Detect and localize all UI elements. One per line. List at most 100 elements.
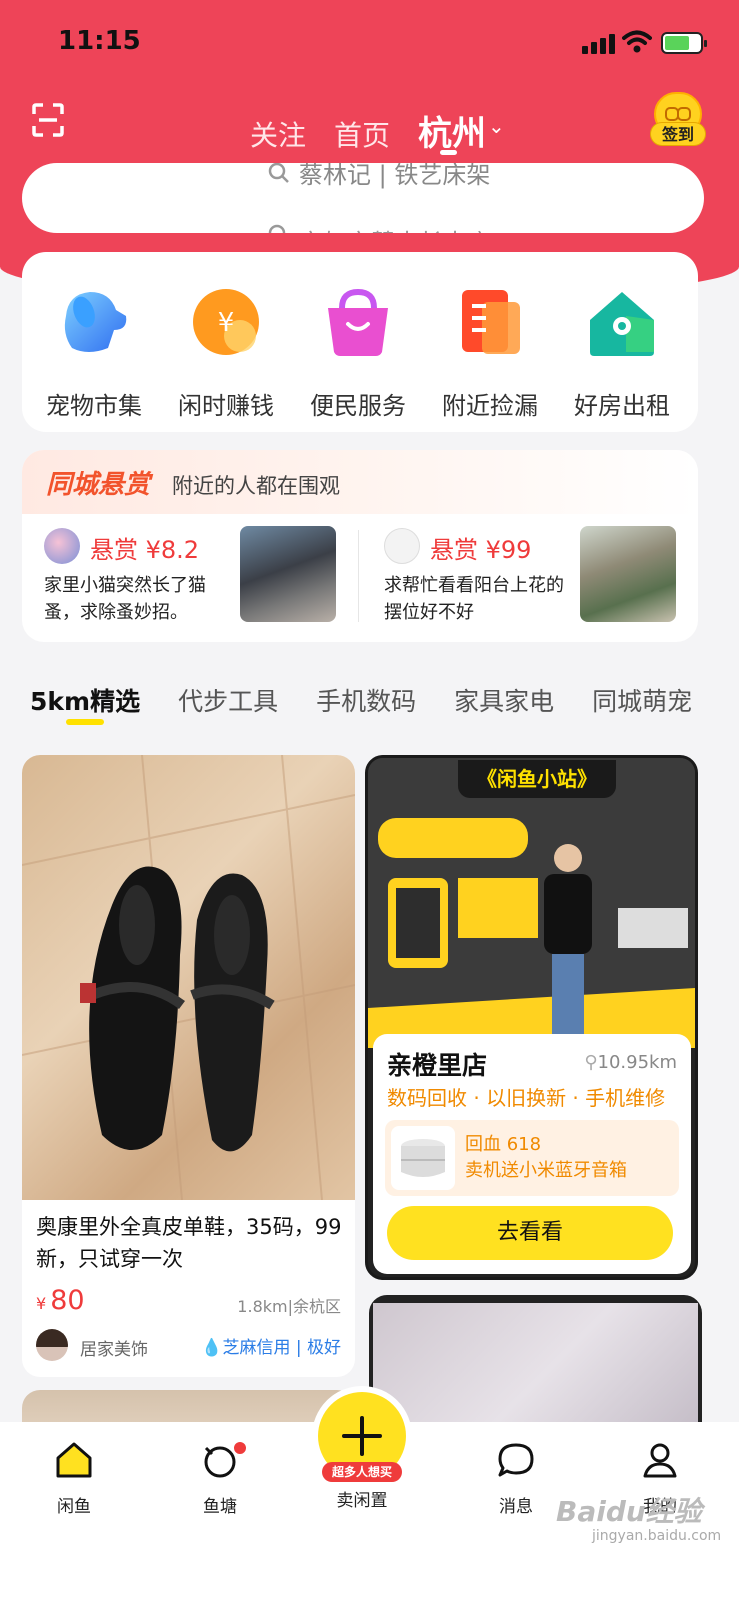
water-drop-icon: 💧 [201, 1338, 223, 1358]
nav-home[interactable]: 闲鱼 [34, 1440, 114, 1517]
nav-fishpond[interactable]: 鱼塘 [180, 1440, 260, 1517]
view-store-button[interactable]: 去看看 [387, 1206, 673, 1260]
bounty-desc: 家里小猫突然长了猫蚤，求除蚤妙招。 [44, 575, 206, 623]
product-image [22, 755, 355, 1201]
category-earn-money[interactable]: ¥ 闲时赚钱 [166, 286, 286, 421]
home-icon [56, 1442, 92, 1478]
category-card: 宠物市集 ¥ 闲时赚钱 便民服务 附近捡漏 好房出租 [22, 252, 698, 432]
store-banner: 《闲鱼小站》 [458, 760, 616, 798]
category-label: 好房出租 [574, 392, 670, 420]
avatar [384, 528, 420, 564]
search-hint-next: 家如家慧水长大店 [267, 223, 491, 233]
category-label: 闲时赚钱 [178, 392, 274, 420]
store-promo[interactable]: 回血 618 卖机送小米蓝牙音箱 [385, 1120, 679, 1196]
store-distance: ⚲10.95km [584, 1052, 677, 1073]
feed-tab-furniture[interactable]: 家具家电 [454, 682, 554, 718]
search-hint: 蔡林记 | 铁艺床架 [267, 163, 490, 190]
bounty-amount: 悬赏 ¥99 [430, 536, 532, 564]
credit-text: 芝麻信用 | 极好 [222, 1338, 341, 1358]
feed-tab-indicator [66, 719, 104, 725]
seller-name: 居家美饰 [80, 1340, 148, 1360]
category-label: 宠物市集 [46, 392, 142, 420]
store-photo [368, 758, 695, 1048]
avatar [44, 528, 80, 564]
distance-value: 10.95km [597, 1052, 678, 1073]
bounty-item[interactable]: 悬赏 ¥99 求帮忙看看阳台上花的摆位好不好 [384, 526, 684, 628]
feed-tab-digital[interactable]: 手机数码 [316, 682, 416, 718]
product-title: 奥康里外全真皮单鞋，35码，99新，只试穿一次 [36, 1215, 342, 1271]
category-nearby-deals[interactable]: 附近捡漏 [430, 286, 550, 421]
category-pet-market[interactable]: 宠物市集 [34, 286, 154, 421]
feed-tab-transport[interactable]: 代步工具 [178, 682, 278, 718]
category-rental[interactable]: 好房出租 [562, 286, 682, 421]
divider [358, 530, 359, 622]
house-icon [590, 292, 654, 356]
watermark-url: jingyan.baidu.com [592, 1528, 722, 1544]
category-label: 便民服务 [310, 392, 406, 420]
nav-label: 消息 [499, 1497, 533, 1517]
promo-line-2: 卖机送小米蓝牙音箱 [465, 1160, 627, 1181]
feed-tab-5km[interactable]: 5km精选 [30, 682, 140, 718]
signin-label: 签到 [650, 122, 706, 146]
store-image: 《闲鱼小站》 [368, 758, 695, 1048]
active-tab-indicator [440, 150, 457, 155]
store-card[interactable]: 《闲鱼小站》 亲橙里店 ⚲10.95km 数码回收 · 以旧换新 · 手机维修 … [365, 755, 698, 1280]
bounty-subtitle: 附近的人都在围观 [172, 474, 340, 498]
chat-bubble-icon [498, 1443, 534, 1477]
product-price: ¥80 [36, 1285, 85, 1316]
sell-label: 卖闲置 [336, 1491, 388, 1511]
nav-label: 闲鱼 [57, 1497, 91, 1517]
location-pin-icon: ⚲ [584, 1052, 598, 1073]
tab-home[interactable]: 首页 [334, 114, 390, 154]
seller-avatar [36, 1329, 68, 1361]
nav-messages[interactable]: 消息 [476, 1440, 556, 1517]
store-name: 亲橙里店 [387, 1051, 488, 1080]
category-services[interactable]: 便民服务 [298, 286, 418, 421]
nav-label: 鱼塘 [203, 1497, 237, 1517]
cellular-signal-icon [582, 34, 615, 54]
user-icon [643, 1443, 677, 1478]
bounty-desc: 求帮忙看看阳台上花的摆位好不好 [384, 575, 564, 623]
credit-badge: 💧芝麻信用 | 极好 [201, 1333, 341, 1358]
search-icon [268, 224, 286, 233]
scan-icon[interactable] [32, 103, 64, 137]
bounty-card[interactable]: 同城悬赏 附近的人都在围观 悬赏 ¥8.2 家里小猫突然长了猫蚤，求除蚤妙招。 … [22, 450, 698, 642]
document-icon [462, 290, 520, 354]
bounty-item[interactable]: 悬赏 ¥8.2 家里小猫突然长了猫蚤，求除蚤妙招。 [44, 526, 344, 628]
chevron-down-icon[interactable]: ⌄ [488, 114, 505, 138]
speaker-image [391, 1126, 455, 1190]
notification-dot [232, 1440, 248, 1456]
battery-icon [661, 32, 707, 54]
bag-icon [328, 288, 388, 356]
bounty-amount: 悬赏 ¥8.2 [90, 536, 200, 564]
search-hint-next-text: 家如家慧水长大店 [299, 223, 491, 233]
top-tabs: 关注 首页 杭州 [250, 106, 486, 155]
dog-icon [64, 292, 127, 352]
signin-button[interactable]: 签到 [650, 92, 706, 152]
store-info: 亲橙里店 ⚲10.95km 数码回收 · 以旧换新 · 手机维修 回血 618 … [373, 1034, 691, 1274]
store-services: 数码回收 · 以旧换新 · 手机维修 [387, 1086, 666, 1110]
coin-icon: ¥ [193, 289, 259, 355]
feed-tabs: 5km精选 代步工具 手机数码 家具家电 同城萌宠 [30, 682, 692, 718]
tab-follow[interactable]: 关注 [250, 114, 306, 154]
status-time: 11:15 [58, 26, 141, 56]
search-bar[interactable]: 蔡林记 | 铁艺床架 家如家慧水长大店 [22, 163, 704, 233]
product-location: 1.8km|余杭区 [237, 1297, 341, 1316]
bounty-image [580, 526, 676, 622]
wifi-icon [622, 30, 652, 53]
feed-tab-pets[interactable]: 同城萌宠 [592, 682, 692, 718]
bounty-image [240, 526, 336, 622]
search-icon [268, 163, 289, 183]
promo-line-1: 回血 618 [465, 1134, 542, 1155]
svg-text:¥: ¥ [218, 308, 235, 338]
product-card[interactable]: 奥康里外全真皮单鞋，35码，99新，只试穿一次 ¥80 1.8km|余杭区 居家… [22, 755, 355, 1377]
category-label: 附近捡漏 [442, 392, 538, 420]
bounty-title: 同城悬赏 [46, 470, 151, 500]
shoes-image [22, 755, 355, 1201]
search-hint-text: 蔡林记 | 铁艺床架 [299, 163, 491, 189]
sell-tag: 超多人想买 [322, 1462, 402, 1482]
currency-symbol: ¥ [36, 1294, 47, 1313]
price-value: 80 [50, 1285, 85, 1316]
watermark-logo: Baidu经验 [556, 1495, 702, 1528]
tab-city[interactable]: 杭州 [418, 106, 486, 155]
